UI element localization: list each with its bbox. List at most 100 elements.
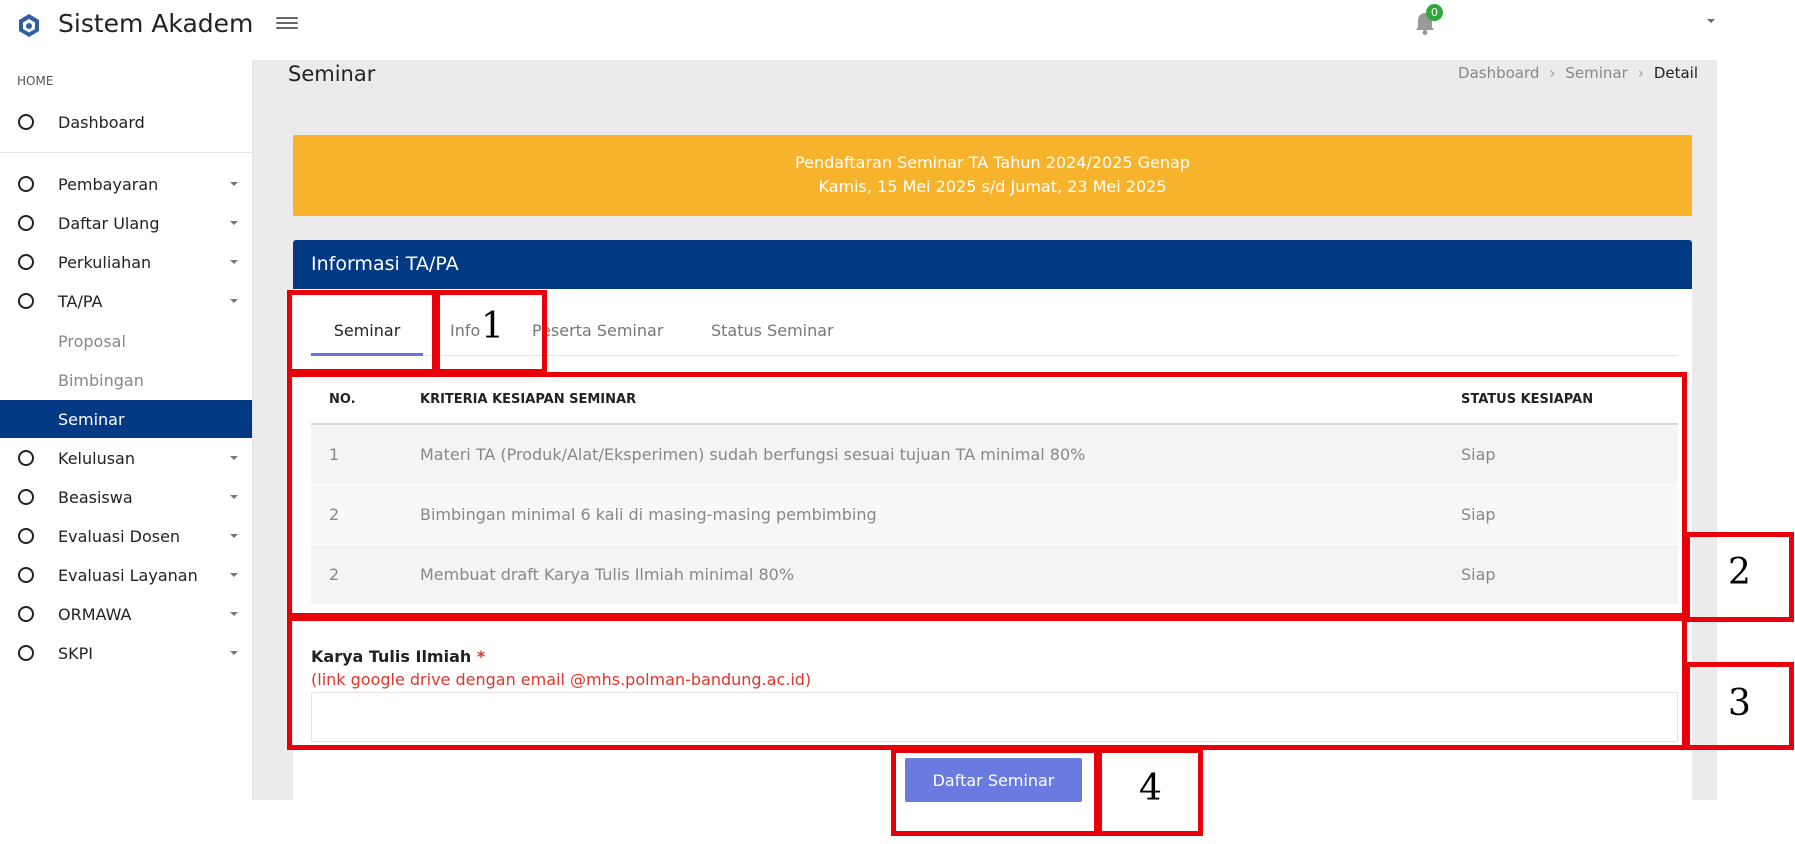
sidebar-item-label: ORMAWA — [58, 605, 132, 624]
annotation-number-2: 2 — [1728, 552, 1751, 593]
karya-tulis-input[interactable] — [311, 692, 1678, 742]
notification-badge: 0 — [1426, 4, 1443, 21]
required-mark: * — [476, 647, 486, 666]
chevron-down-icon — [230, 182, 238, 186]
sidebar-subitem-label: Bimbingan — [58, 371, 144, 390]
column-header-kriteria: KRITERIA KESIAPAN SEMINAR — [420, 392, 637, 407]
sidebar-item-label: Kelulusan — [58, 449, 135, 468]
sidebar-item-pembayaran[interactable]: Pembayaran — [0, 165, 252, 203]
sidebar-subitem-label: Proposal — [58, 332, 126, 351]
page-title: Seminar — [288, 62, 376, 86]
circle-icon — [18, 114, 34, 130]
sidebar-item-beasiswa[interactable]: Beasiswa — [0, 478, 252, 516]
sidebar-subitem-bimbingan[interactable]: Bimbingan — [0, 361, 252, 399]
main-content: Seminar Dashboard › Seminar › Detail Pendaft… — [253, 60, 1717, 810]
circle-icon — [18, 489, 34, 505]
tab-seminar[interactable]: Seminar — [311, 309, 423, 356]
cell-status: Siap — [1461, 565, 1496, 584]
table-row: 2 Membuat draft Karya Tulis Ilmiah minim… — [311, 545, 1678, 605]
sidebar-subitem-label: Seminar — [58, 410, 125, 429]
chevron-down-icon — [230, 260, 238, 264]
sidebar-section-label: HOME — [17, 74, 54, 88]
circle-icon — [18, 567, 34, 583]
app-title: Sistem Akademik — [58, 9, 254, 38]
column-header-status: STATUS KESIAPAN — [1461, 392, 1594, 407]
breadcrumb-current: Detail — [1653, 64, 1698, 82]
sidebar-item-daftar-ulang[interactable]: Daftar Ulang — [0, 204, 252, 242]
sidebar-item-label: SKPI — [58, 644, 94, 663]
sidebar-item-label: Pembayaran — [58, 175, 159, 194]
annotation-number-1: 1 — [481, 306, 504, 347]
card-title: Informasi TA/PA — [293, 240, 1692, 289]
cell-no: 2 — [329, 505, 340, 524]
breadcrumb: Dashboard › Seminar › Detail — [1458, 64, 1698, 82]
circle-icon — [18, 215, 34, 231]
table-header: NO. KRITERIA KESIAPAN SEMINAR STATUS KES… — [311, 375, 1678, 425]
circle-icon — [18, 293, 34, 309]
cell-kriteria: Membuat draft Karya Tulis Ilmiah minimal… — [420, 565, 795, 584]
sidebar-item-dashboard[interactable]: Dashboard — [0, 103, 252, 141]
circle-icon — [18, 176, 34, 192]
circle-icon — [18, 645, 34, 661]
sidebar-item-label: Beasiswa — [58, 488, 133, 507]
chevron-down-icon — [230, 651, 238, 655]
chevron-down-icon — [230, 495, 238, 499]
chevron-down-icon — [230, 456, 238, 460]
sidebar-divider — [0, 152, 252, 153]
circle-icon — [18, 450, 34, 466]
sidebar-item-label: Evaluasi Layanan — [58, 566, 198, 585]
circle-icon — [18, 528, 34, 544]
sidebar-item-label: Daftar Ulang — [58, 214, 160, 233]
chevron-down-icon — [230, 221, 238, 225]
annotation-number-3: 3 — [1728, 683, 1751, 724]
circle-icon — [18, 606, 34, 622]
criteria-table: NO. KRITERIA KESIAPAN SEMINAR STATUS KES… — [311, 375, 1678, 605]
chevron-down-icon — [230, 299, 238, 303]
sidebar-item-evaluasi-layanan[interactable]: Evaluasi Layanan — [0, 556, 252, 594]
registration-banner: Pendaftaran Seminar TA Tahun 2024/2025 G… — [293, 135, 1692, 216]
sidebar: HOME Dashboard Pembayaran Daftar Ulang P… — [0, 60, 253, 800]
cell-kriteria: Bimbingan minimal 6 kali di masing-masin… — [420, 505, 877, 524]
sidebar-item-label: Perkuliahan — [58, 253, 152, 272]
cell-status: Siap — [1461, 445, 1496, 464]
user-menu-caret-icon[interactable] — [1707, 19, 1715, 23]
table-row: 2 Bimbingan minimal 6 kali di masing-mas… — [311, 485, 1678, 545]
sidebar-item-evaluasi-dosen[interactable]: Evaluasi Dosen — [0, 517, 252, 555]
cell-kriteria: Materi TA (Produk/Alat/Eksperimen) sudah… — [420, 445, 1086, 464]
annotation-number-4: 4 — [1139, 768, 1162, 809]
sidebar-item-label: TA/PA — [58, 292, 103, 311]
cell-no: 2 — [329, 565, 340, 584]
menu-toggle-icon[interactable] — [276, 14, 298, 34]
tab-peserta-seminar[interactable]: Peserta Seminar — [532, 309, 663, 356]
cell-status: Siap — [1461, 505, 1496, 524]
sidebar-item-perkuliahan[interactable]: Perkuliahan — [0, 243, 252, 281]
tab-info[interactable]: Info — [450, 309, 480, 356]
karya-tulis-label: Karya Tulis Ilmiah * — [311, 647, 485, 666]
sidebar-item-ormawa[interactable]: ORMAWA — [0, 595, 252, 633]
banner-dates: Kamis, 15 Mei 2025 s/d Jumat, 23 Mei 202… — [818, 177, 1167, 196]
breadcrumb-separator-icon: › — [1637, 64, 1644, 82]
breadcrumb-seminar[interactable]: Seminar — [1565, 64, 1627, 82]
breadcrumb-dashboard[interactable]: Dashboard — [1458, 64, 1539, 82]
sidebar-item-skpi[interactable]: SKPI — [0, 634, 252, 672]
sidebar-item-ta-pa[interactable]: TA/PA — [0, 282, 252, 320]
app-logo-icon — [19, 14, 39, 37]
cell-no: 1 — [329, 445, 340, 464]
karya-tulis-hint: (link google drive dengan email @mhs.pol… — [311, 670, 812, 689]
daftar-seminar-button[interactable]: Daftar Seminar — [905, 758, 1082, 802]
tab-status-seminar[interactable]: Status Seminar — [711, 309, 834, 356]
circle-icon — [18, 254, 34, 270]
sidebar-item-label: Dashboard — [58, 113, 145, 132]
tab-bar: Seminar Info Peserta Seminar Status Semi… — [311, 309, 1678, 356]
sidebar-subitem-seminar[interactable]: Seminar — [0, 400, 252, 438]
column-header-no: NO. — [329, 392, 356, 407]
chevron-down-icon — [230, 612, 238, 616]
top-bar: Sistem Akademik 0 — [0, 0, 1717, 60]
chevron-down-icon — [230, 573, 238, 577]
sidebar-subitem-proposal[interactable]: Proposal — [0, 322, 252, 360]
sidebar-item-kelulusan[interactable]: Kelulusan — [0, 439, 252, 477]
breadcrumb-separator-icon: › — [1549, 64, 1556, 82]
table-row: 1 Materi TA (Produk/Alat/Eksperimen) sud… — [311, 425, 1678, 485]
banner-title: Pendaftaran Seminar TA Tahun 2024/2025 G… — [795, 153, 1190, 172]
sidebar-item-label: Evaluasi Dosen — [58, 527, 181, 546]
